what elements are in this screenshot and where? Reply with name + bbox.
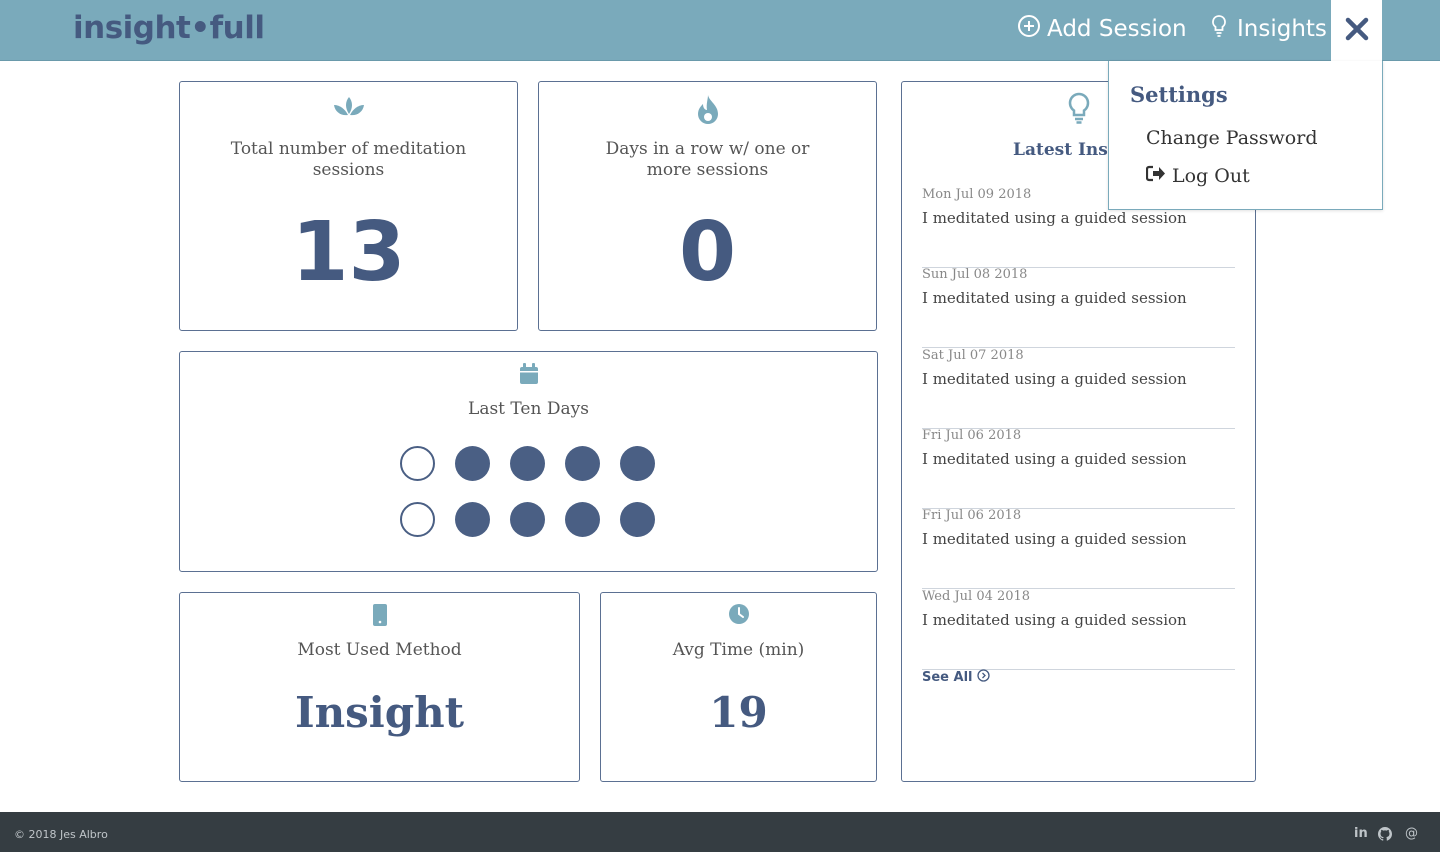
avg-time-label: Avg Time (min) (672, 640, 805, 660)
insight-date: Sat Jul 07 2018 (922, 347, 1024, 363)
insight-entry[interactable]: Sun Jul 08 2018 I meditated using a guide… (922, 267, 1235, 349)
day-dot-completed (565, 446, 600, 481)
avg-time-card: Avg Time (min) 19 (600, 592, 877, 782)
insight-text: I meditated using a guided session (922, 530, 1187, 549)
day-dot-missed (400, 446, 435, 481)
day-dot-completed (455, 446, 490, 481)
day-dot-completed (510, 502, 545, 537)
last-ten-days-label: Last Ten Days (468, 399, 589, 419)
insight-date: Fri Jul 06 2018 (922, 427, 1022, 443)
calendar-icon (180, 363, 877, 385)
insight-text: I meditated using a guided session (922, 449, 1187, 468)
close-menu-button[interactable] (1331, 0, 1382, 62)
clock-icon (601, 603, 876, 625)
insight-entry[interactable]: Fri Jul 06 2018 I meditated using a guide… (922, 508, 1235, 590)
insight-date: Sun Jul 08 2018 (922, 267, 1028, 283)
top-navbar: insight•full Add Session Insights (0, 0, 1440, 62)
total-sessions-value: 13 (291, 205, 406, 300)
insight-entry[interactable]: Fri Jul 06 2018 I meditated using a guide… (922, 428, 1235, 509)
streak-card: Days in a row w/ one or more sessions 0 (538, 81, 877, 331)
most-used-method-card: Most Used Method Insight (179, 592, 580, 782)
flame-icon (539, 94, 876, 126)
settings-title: Settings (1130, 82, 1228, 107)
most-used-method-value: Insight (294, 688, 465, 737)
email-at-icon[interactable]: @ (1405, 826, 1418, 841)
copyright-text: © 2018 Jes Albro (14, 828, 108, 841)
see-all-label: See All (922, 670, 973, 685)
avg-time-value: 19 (709, 688, 768, 737)
sign-out-icon (1145, 165, 1166, 187)
insight-date: Wed Jul 04 2018 (922, 588, 1031, 604)
total-sessions-label: Total number of meditation sessions (230, 139, 467, 180)
day-dot-completed (455, 502, 490, 537)
app-logo[interactable]: insight•full (73, 10, 265, 46)
linkedin-icon[interactable]: in (1354, 826, 1368, 841)
insight-text: I meditated using a guided session (922, 369, 1187, 388)
log-out-label: Log Out (1172, 165, 1250, 187)
add-session-label: Add Session (1047, 16, 1187, 42)
day-dot-completed (510, 446, 545, 481)
total-sessions-card: Total number of meditation sessions 13 (179, 81, 518, 331)
day-dot-completed (620, 446, 655, 481)
insights-link[interactable]: Insights (1207, 14, 1327, 44)
insight-text: I meditated using a guided session (922, 610, 1187, 629)
streak-value: 0 (678, 205, 737, 300)
change-password-link[interactable]: Change Password (1146, 127, 1318, 149)
see-all-link[interactable]: See All (922, 669, 990, 686)
lotus-icon (180, 95, 517, 123)
add-session-link[interactable]: Add Session (1017, 14, 1187, 44)
insight-date: Mon Jul 09 2018 (922, 187, 1032, 202)
log-out-link[interactable]: Log Out (1145, 165, 1250, 187)
insight-date: Fri Jul 06 2018 (922, 508, 1022, 524)
day-dot-completed (565, 502, 600, 537)
close-icon (1344, 16, 1370, 46)
day-dot-missed (400, 502, 435, 537)
insight-text: I meditated using a guided session (922, 209, 1187, 227)
settings-dropdown: Settings Change Password Log Out (1108, 61, 1383, 210)
insight-text: I meditated using a guided session (922, 289, 1187, 308)
most-used-method-label: Most Used Method (297, 640, 462, 660)
footer: © 2018 Jes Albro in @ (0, 812, 1440, 852)
insight-entry[interactable]: Wed Jul 04 2018 I meditated using a guide… (922, 589, 1235, 670)
streak-label: Days in a row w/ one or more sessions (605, 139, 810, 180)
chevron-right-circle-icon (976, 669, 990, 686)
github-icon[interactable] (1378, 827, 1392, 845)
plus-circle-icon (1017, 14, 1041, 44)
insights-label: Insights (1237, 16, 1327, 42)
insight-entry[interactable]: Sat Jul 07 2018 I meditated using a guide… (922, 348, 1235, 429)
phone-icon (180, 603, 579, 627)
lightbulb-icon (1207, 14, 1231, 44)
day-dot-completed (620, 502, 655, 537)
